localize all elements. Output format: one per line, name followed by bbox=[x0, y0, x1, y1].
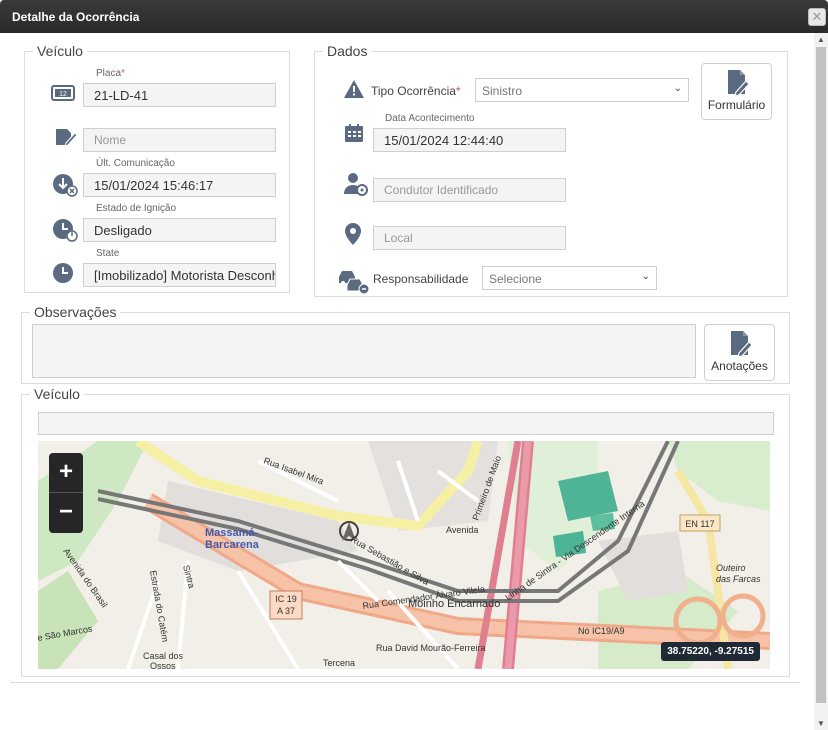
plate-label: Placa* bbox=[96, 68, 125, 79]
notes-button[interactable]: Anotações bbox=[704, 324, 775, 381]
map-pin-icon bbox=[345, 223, 367, 245]
dados-legend: Dados bbox=[327, 43, 368, 59]
local-field[interactable]: Local bbox=[373, 226, 566, 250]
svg-text:EN 117: EN 117 bbox=[685, 519, 714, 529]
zoom-out-button[interactable]: − bbox=[49, 493, 83, 533]
zoom-controls: + − bbox=[49, 453, 83, 533]
license-plate-icon: 12 bbox=[51, 84, 75, 106]
vehicle-legend: Veículo bbox=[37, 43, 83, 59]
svg-text:Massamá-: Massamá- bbox=[205, 527, 259, 539]
resp-label: Responsabilidade bbox=[373, 272, 469, 286]
chevron-down-icon: ⌄ bbox=[673, 83, 682, 94]
ignition-label: Estado de Ignição bbox=[96, 203, 177, 214]
svg-text:Tercena: Tercena bbox=[323, 658, 355, 668]
document-edit-icon bbox=[727, 70, 750, 97]
svg-text:12: 12 bbox=[59, 91, 67, 98]
notes-button-label: Anotações bbox=[711, 359, 768, 373]
car-crash-icon bbox=[337, 265, 370, 295]
svg-text:Ossos: Ossos bbox=[150, 661, 176, 669]
tipo-select[interactable]: Sinistro ⌄ bbox=[475, 78, 689, 102]
last-comm-field[interactable]: 15/01/2024 15:46:17 bbox=[83, 173, 276, 197]
svg-text:Avenida: Avenida bbox=[446, 525, 478, 535]
download-clock-icon bbox=[52, 173, 78, 197]
vehicle-map-legend: Veículo bbox=[34, 386, 80, 402]
tipo-label: Tipo Ocorrência* bbox=[371, 84, 461, 98]
resp-value: Selecione bbox=[489, 272, 542, 286]
date-field[interactable]: 15/01/2024 12:44:40 bbox=[373, 128, 566, 152]
svg-text:IC 19: IC 19 bbox=[275, 594, 297, 604]
svg-text:Nó IC19/A9: Nó IC19/A9 bbox=[578, 626, 625, 636]
svg-text:A 37: A 37 bbox=[277, 606, 295, 616]
map-view[interactable]: Massamá- Barcarena Moinho Encarnado Casa… bbox=[38, 441, 770, 669]
form-button-label: Formulário bbox=[707, 98, 766, 112]
map-tiles[interactable]: Massamá- Barcarena Moinho Encarnado Casa… bbox=[38, 441, 770, 669]
responsabilidade-select[interactable]: Selecione ⌄ bbox=[482, 266, 657, 290]
plate-field[interactable]: 21-LD-41 bbox=[83, 83, 276, 107]
ignition-field[interactable]: Desligado bbox=[83, 218, 276, 242]
observacoes-textarea[interactable] bbox=[32, 324, 696, 378]
scroll-down-icon[interactable]: ▼ bbox=[817, 719, 825, 728]
svg-text:das Farcas: das Farcas bbox=[716, 574, 761, 584]
svg-text:Outeiro: Outeiro bbox=[716, 563, 746, 573]
date-label: Data Acontecimento bbox=[385, 113, 475, 124]
clock-icon bbox=[52, 262, 74, 284]
scrollbar-thumb[interactable] bbox=[816, 47, 826, 703]
vertical-scrollbar[interactable]: ▲ ▼ bbox=[814, 33, 828, 730]
user-steering-icon bbox=[344, 172, 368, 196]
svg-text:Casal dos: Casal dos bbox=[143, 651, 184, 661]
svg-text:Barcarena: Barcarena bbox=[205, 539, 260, 551]
name-field[interactable]: Nome bbox=[83, 128, 276, 152]
svg-text:Rua David Mourão-Ferreira: Rua David Mourão-Ferreira bbox=[376, 643, 486, 653]
clock-power-icon bbox=[52, 218, 78, 242]
close-button[interactable]: ✕ bbox=[808, 8, 826, 26]
map-search-bar[interactable] bbox=[38, 412, 774, 435]
window-titlebar: Detalhe da Ocorrência ✕ bbox=[0, 0, 828, 33]
warning-icon bbox=[343, 79, 365, 101]
signature-icon bbox=[54, 127, 78, 149]
window-title: Detalhe da Ocorrência bbox=[12, 10, 140, 24]
driver-field[interactable]: Condutor Identificado bbox=[373, 178, 566, 202]
observacoes-legend: Observações bbox=[34, 304, 117, 320]
state-label: State bbox=[96, 248, 120, 259]
calendar-icon bbox=[344, 123, 366, 145]
form-button[interactable]: Formulário bbox=[701, 63, 772, 120]
last-comm-label: Últ. Comunicação bbox=[96, 158, 175, 169]
scroll-up-icon[interactable]: ▲ bbox=[817, 35, 825, 44]
document-edit-icon bbox=[730, 331, 753, 358]
coordinates-readout: 38.75220, -9.27515 bbox=[661, 642, 760, 661]
state-field[interactable]: [Imobilizado] Motorista Desconhecido bbox=[83, 263, 276, 287]
close-icon: ✕ bbox=[811, 9, 823, 24]
chevron-down-icon: ⌄ bbox=[641, 271, 650, 282]
tipo-value: Sinistro bbox=[482, 84, 523, 98]
divider bbox=[10, 682, 800, 683]
zoom-in-button[interactable]: + bbox=[49, 453, 83, 493]
